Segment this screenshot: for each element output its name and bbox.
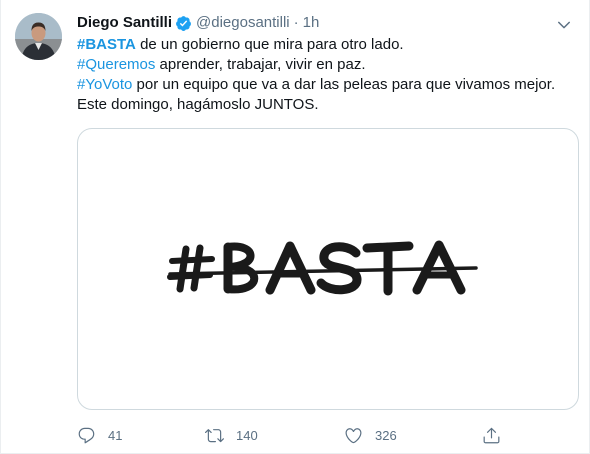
avatar-portrait	[15, 13, 62, 60]
separator-dot: ·	[293, 14, 299, 31]
tweet-line: #BASTA de un gobierno que mira para otro…	[77, 35, 577, 55]
hashtag-link[interactable]: #BASTA	[77, 36, 136, 53]
tweet-line-text: aprender, trabajar, vivir en paz.	[155, 56, 366, 73]
author-name[interactable]: Diego Santilli	[77, 13, 172, 33]
tweet-timestamp[interactable]: 1h	[303, 13, 320, 33]
chevron-down-icon[interactable]	[555, 16, 573, 34]
tweet-line: #YoVoto por un equipo que va a dar las p…	[77, 75, 577, 95]
reply-icon	[78, 427, 95, 443]
retweet-button[interactable]: 140	[205, 424, 258, 446]
tweet-media-image[interactable]	[77, 128, 579, 410]
basta-image	[167, 240, 478, 296]
verified-badge-icon	[175, 15, 192, 32]
tweet-line-text: Este domingo, hagámoslo JUNTOS.	[77, 96, 319, 113]
tweet-line: #Queremos aprender, trabajar, vivir en p…	[77, 55, 577, 75]
hashtag-link[interactable]: #YoVoto	[77, 76, 132, 93]
share-icon	[483, 427, 500, 443]
reply-button[interactable]: 41	[77, 424, 122, 446]
tweet-actions: 41 140 326	[77, 424, 507, 446]
like-icon	[345, 427, 362, 443]
tweet-header: Diego Santilli @diegosantilli · 1h	[77, 13, 319, 33]
tweet-line: Este domingo, hagámoslo JUNTOS.	[77, 95, 577, 115]
tweet-text: #BASTA de un gobierno que mira para otro…	[77, 35, 577, 115]
share-button[interactable]	[482, 424, 501, 446]
author-handle[interactable]: @diegosantilli	[196, 13, 290, 33]
retweet-icon	[205, 428, 224, 442]
like-button[interactable]: 326	[344, 424, 397, 446]
avatar[interactable]	[15, 13, 62, 60]
reply-count: 41	[108, 427, 123, 443]
tweet[interactable]: Diego Santilli @diegosantilli · 1h #BAST…	[0, 0, 590, 454]
tweet-line-text: por un equipo que va a dar las peleas pa…	[132, 76, 556, 93]
like-count: 326	[375, 427, 397, 443]
hashtag-link[interactable]: #Queremos	[77, 56, 155, 73]
retweet-count: 140	[236, 427, 258, 443]
tweet-line-text: de un gobierno que mira para otro lado.	[135, 36, 404, 53]
